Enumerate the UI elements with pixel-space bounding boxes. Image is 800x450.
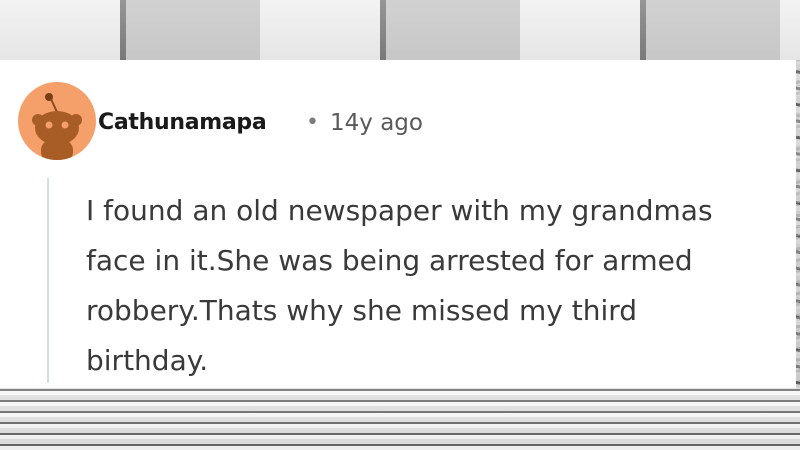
comment-body: I found an old newspaper with my grandma… bbox=[86, 186, 786, 386]
comment-timestamp: 14y ago bbox=[330, 110, 423, 136]
thread-line[interactable] bbox=[47, 178, 49, 383]
newspaper-stack-bottom bbox=[0, 388, 800, 450]
newspaper-stack-top bbox=[0, 0, 800, 60]
comment-card: Cathunamapa • 14y ago I found an old new… bbox=[0, 60, 796, 388]
comment-line: I found an old newspaper with my grandma… bbox=[86, 194, 713, 227]
meta-separator: • bbox=[306, 110, 319, 135]
comment-line: birthday. bbox=[86, 344, 209, 377]
comment-line: face in it.She was being arrested for ar… bbox=[86, 244, 693, 277]
comment-username[interactable]: Cathunamapa bbox=[98, 110, 267, 135]
reddit-snoo-avatar-icon[interactable] bbox=[18, 82, 96, 160]
comment-line: robbery.Thats why she missed my third bbox=[86, 294, 638, 327]
